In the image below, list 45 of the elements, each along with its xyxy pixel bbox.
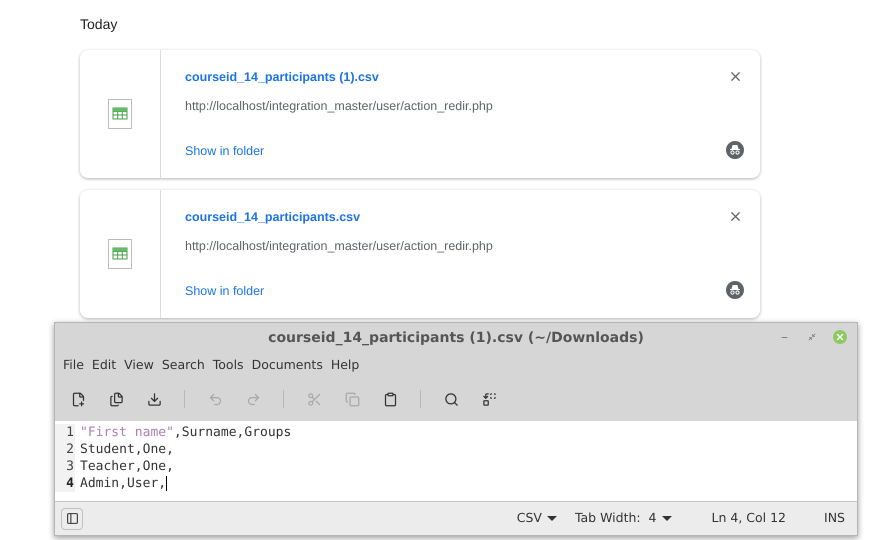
new-document-icon: [70, 392, 86, 406]
spreadsheet-file-icon: [108, 99, 132, 129]
source-url: http://localhost/integration_master/user/action_redir.php: [185, 238, 493, 255]
code-line: Student,One,: [79, 441, 174, 458]
code-line: Admin,User,: [79, 475, 168, 492]
file-name-link[interactable]: courseid_14_participants.csv: [185, 208, 360, 227]
window-title: courseid_14_participants (1).csv (~/Downloads): [268, 328, 644, 348]
insert-mode: INS: [824, 509, 845, 528]
side-panel-icon: [66, 512, 78, 525]
source-url: http://localhost/integration_master/user/action_redir.php: [185, 98, 493, 115]
line-number: 3: [55, 458, 75, 475]
spreadsheet-file-icon: [108, 239, 132, 269]
undo-icon: [208, 392, 222, 406]
menu-item[interactable]: Search: [158, 356, 209, 374]
menu-item[interactable]: View: [120, 356, 158, 374]
clipboard-icon: [382, 392, 398, 406]
side-panel-button[interactable]: [61, 508, 83, 530]
menu-item[interactable]: Documents: [248, 356, 327, 374]
line-number: 2: [55, 441, 75, 458]
incognito-icon: [726, 141, 744, 159]
search-icon: [444, 392, 458, 406]
documents-icon: [108, 392, 124, 406]
copy-icon: [344, 392, 360, 406]
tab-width-dropdown[interactable]: Tab Width: 4: [574, 509, 672, 528]
line-number: 1: [55, 424, 75, 441]
scissors-icon: [306, 392, 322, 406]
replace-icon: [482, 392, 496, 406]
code-line: Teacher,One,: [79, 458, 174, 475]
close-icon: [835, 332, 845, 342]
restore-icon: [808, 333, 816, 341]
show-in-folder-link[interactable]: Show in folder: [185, 282, 264, 300]
menu-item[interactable]: Edit: [88, 356, 120, 374]
menu-item[interactable]: Help: [326, 356, 364, 374]
code-line: "First name",Surname,Groups: [79, 424, 292, 441]
show-in-folder-link[interactable]: Show in folder: [185, 142, 264, 160]
download-icon: [146, 392, 162, 406]
section-title: Today: [80, 15, 118, 34]
redo-icon: [246, 392, 260, 406]
file-name-link[interactable]: courseid_14_participants (1).csv: [185, 68, 379, 87]
language-dropdown[interactable]: CSV: [516, 509, 557, 528]
menu-item[interactable]: File: [59, 356, 88, 374]
incognito-icon: [726, 281, 744, 299]
cursor-position: Ln 4, Col 12: [712, 509, 786, 528]
line-number: 4: [55, 475, 75, 492]
menu-item[interactable]: Tools: [208, 356, 248, 374]
